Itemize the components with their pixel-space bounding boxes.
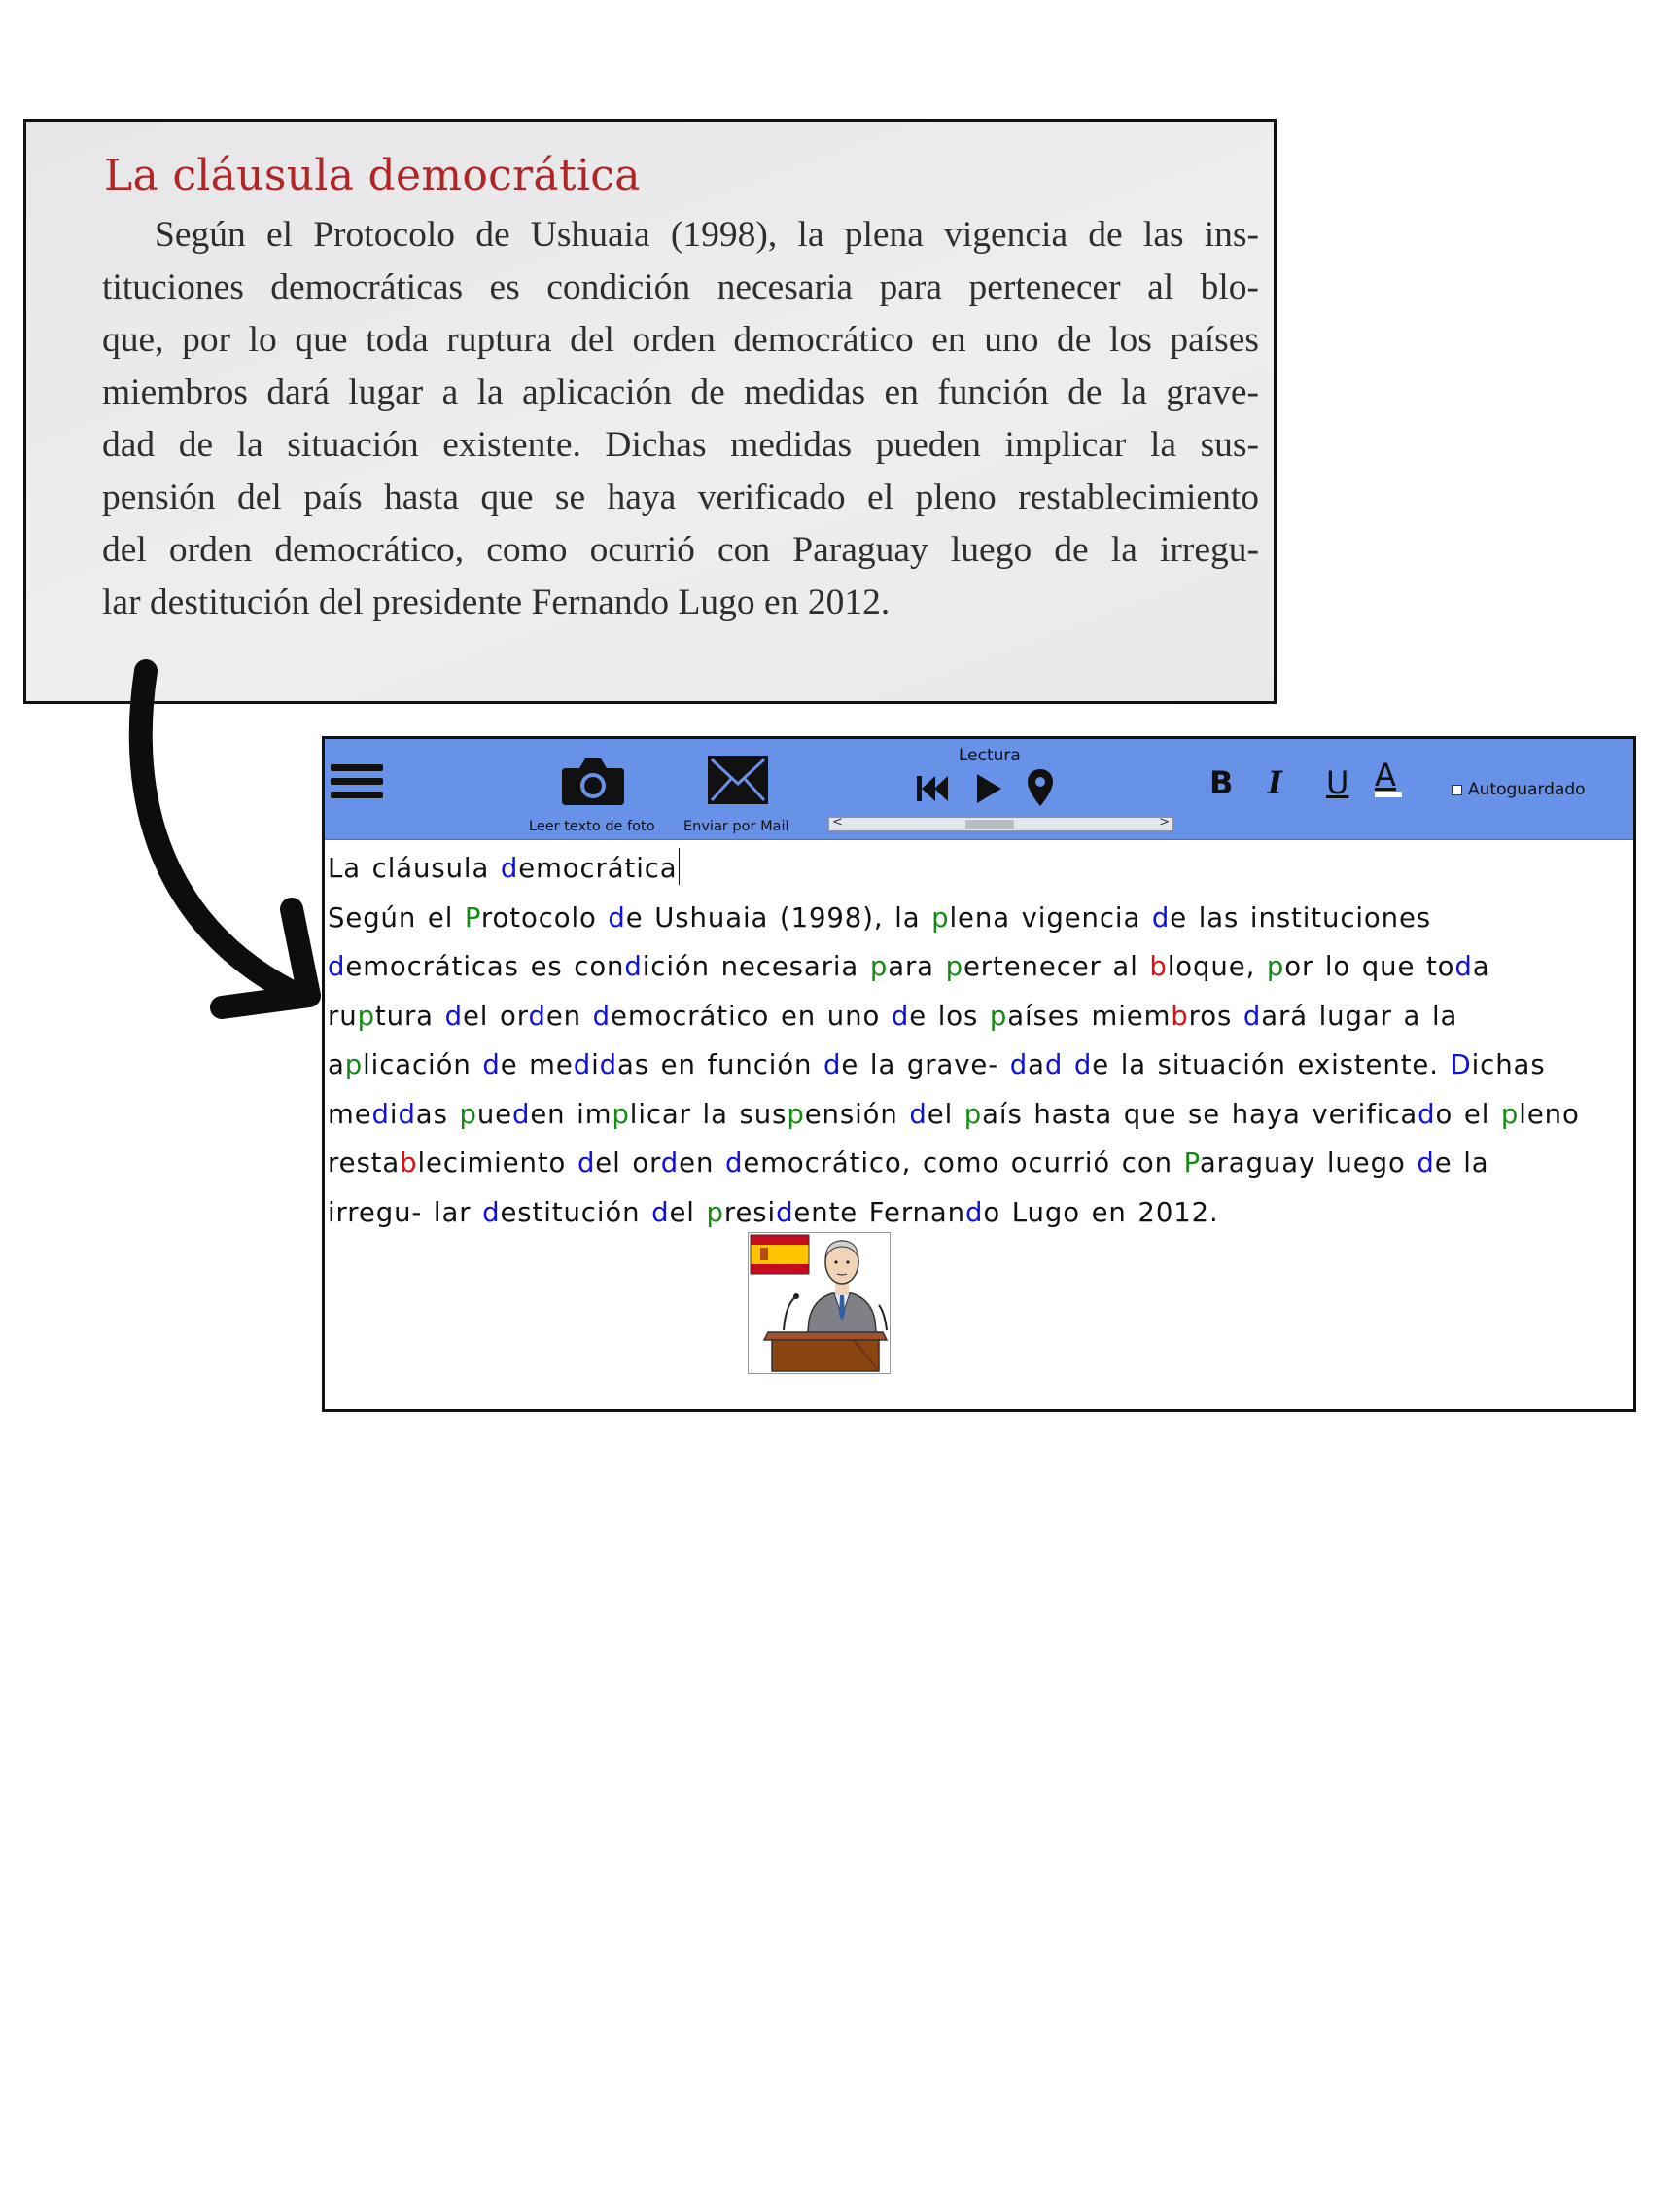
- autosave-label: Autoguardado: [1468, 780, 1586, 799]
- document-line: irregu- lar destitución del presidente F…: [328, 1196, 1219, 1228]
- book-line: del orden democrático, como ocurrió con …: [102, 530, 1259, 570]
- send-by-mail-button[interactable]: Enviar por Mail: [670, 753, 806, 834]
- book-line: miembros dará lugar a la aplicación de m…: [102, 372, 1259, 412]
- text-color-button[interactable]: A: [1375, 757, 1402, 797]
- send-by-mail-label: Enviar por Mail: [683, 819, 789, 834]
- scroll-left-arrow[interactable]: <: [832, 815, 843, 829]
- reading-progress-scrollbar[interactable]: < >: [828, 815, 1173, 831]
- president-speaking-at-podium-icon: [750, 1234, 889, 1372]
- mail-icon: [708, 756, 768, 804]
- reading-title: Lectura: [959, 746, 1021, 765]
- read-photo-text-label: Leer texto de foto: [529, 819, 655, 834]
- book-line: Según el Protocolo de Ushuaia (1998), la…: [155, 215, 1259, 255]
- underline-button[interactable]: U: [1326, 764, 1348, 801]
- document-line: aplicación de medidas en función de la g…: [328, 1049, 1546, 1080]
- book-photo: La cláusula democrática Según el Protoco…: [23, 119, 1277, 704]
- toolbar: Leer texto de foto Enviar por Mail Lectu…: [325, 739, 1633, 840]
- autosave-toggle[interactable]: Autoguardado: [1452, 780, 1586, 799]
- document-line: ruptura del orden democrático en uno de …: [328, 1000, 1458, 1032]
- bold-button[interactable]: B: [1209, 764, 1233, 801]
- book-line: lar destitución del presidente Fernando …: [102, 582, 891, 622]
- document-line: democráticas es condición necesaria para…: [328, 951, 1490, 982]
- location-pin-icon[interactable]: [1027, 768, 1054, 807]
- play-icon[interactable]: [974, 772, 1003, 805]
- document-line: medidas pueden implicar la suspensión de…: [328, 1098, 1580, 1130]
- hamburger-menu-icon[interactable]: [331, 764, 385, 807]
- book-line: pensión del país hasta que se haya verif…: [102, 477, 1259, 517]
- document-editor[interactable]: La cláusula democrática Según el Protoco…: [328, 844, 1621, 1237]
- read-photo-text-button[interactable]: Leer texto de foto: [519, 757, 665, 834]
- book-line: tituciones democráticas es condición nec…: [102, 267, 1259, 307]
- book-title: La cláusula democrática: [104, 151, 641, 200]
- scroll-thumb[interactable]: [965, 820, 1014, 829]
- document-title-text: La cláusula democrática: [328, 853, 678, 884]
- italic-button[interactable]: I: [1268, 764, 1282, 801]
- text-color-label: A: [1375, 757, 1396, 793]
- document-line: restablecimiento del orden democrático, …: [328, 1147, 1489, 1179]
- book-line: dad de la situación existente. Dichas me…: [102, 425, 1259, 465]
- scroll-right-arrow[interactable]: >: [1159, 815, 1170, 829]
- skip-back-icon[interactable]: [916, 774, 949, 803]
- document-line: Según el Protocolo de Ushuaia (1998), la…: [328, 901, 1432, 934]
- reader-app-window: Leer texto de foto Enviar por Mail Lectu…: [322, 736, 1636, 1412]
- autosave-checkbox[interactable]: [1452, 784, 1462, 795]
- text-caret: [678, 848, 680, 885]
- camera-icon: [562, 758, 624, 805]
- president-pictogram[interactable]: [748, 1232, 891, 1374]
- document-title[interactable]: La cláusula democrática: [328, 844, 1621, 894]
- book-line: que, por lo que toda ruptura del orden d…: [102, 320, 1259, 360]
